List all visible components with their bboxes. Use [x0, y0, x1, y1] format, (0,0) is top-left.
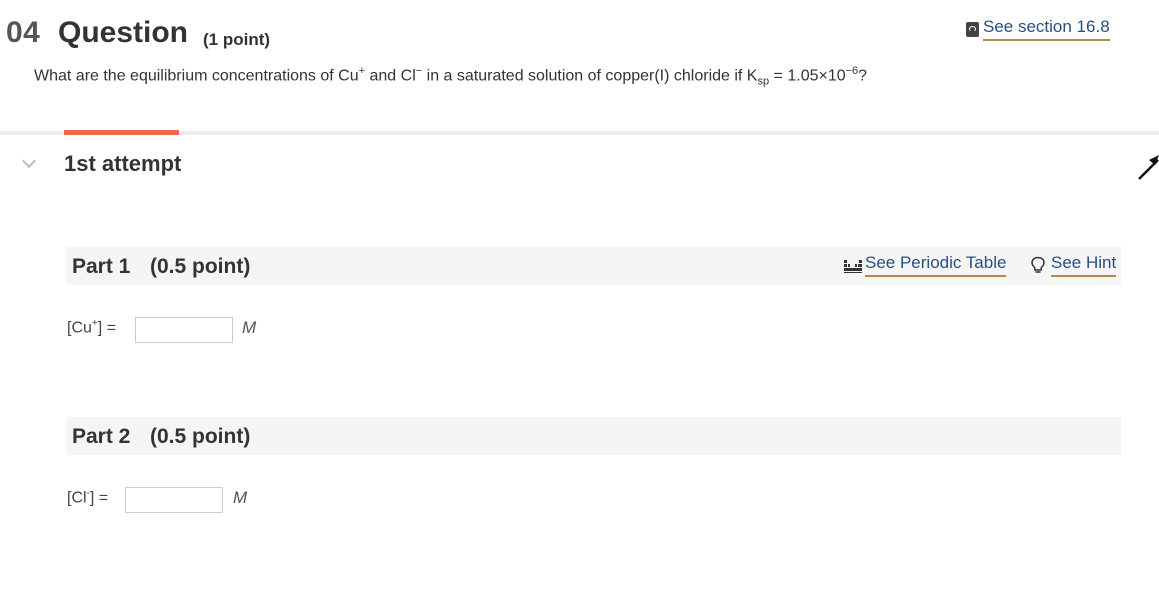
chevron-down-icon[interactable] [21, 153, 37, 169]
see-hint-link[interactable]: See Hint [1030, 253, 1117, 277]
see-periodic-table-link[interactable]: See Periodic Table [844, 253, 1007, 277]
cl-unit: M [233, 488, 248, 507]
periodic-table-icon [844, 260, 862, 273]
see-hint-label: See Hint [1051, 253, 1117, 277]
cl-concentration-label: [Cl-] = [67, 488, 109, 507]
cursor-arrow-icon [1138, 155, 1159, 180]
see-section-link[interactable]: See section 16.8 [966, 17, 1110, 41]
part2-points: (0.5 point) [150, 425, 251, 448]
question-text: What are the equilibrium concentrations … [34, 65, 868, 88]
lightbulb-icon [1031, 256, 1045, 273]
attempt-label[interactable]: 1st attempt [64, 151, 181, 177]
question-points: (1 point) [203, 30, 271, 49]
cu-concentration-input[interactable] [135, 317, 233, 343]
part1-title: Part 1 [72, 255, 131, 278]
part1-points: (0.5 point) [150, 255, 251, 278]
part2-header: Part 2 (0.5 point) [66, 417, 1121, 455]
part2-title: Part 2 [72, 425, 131, 448]
see-periodic-table-label: See Periodic Table [865, 253, 1007, 277]
book-icon [966, 21, 979, 37]
active-attempt-indicator [64, 130, 179, 135]
cu-concentration-label: [Cu+] = [67, 318, 116, 337]
cl-concentration-input[interactable] [125, 487, 223, 513]
question-number: 04 [6, 16, 41, 49]
see-section-label: See section 16.8 [983, 17, 1110, 41]
question-title: Question [58, 16, 189, 49]
cu-unit: M [242, 318, 257, 337]
